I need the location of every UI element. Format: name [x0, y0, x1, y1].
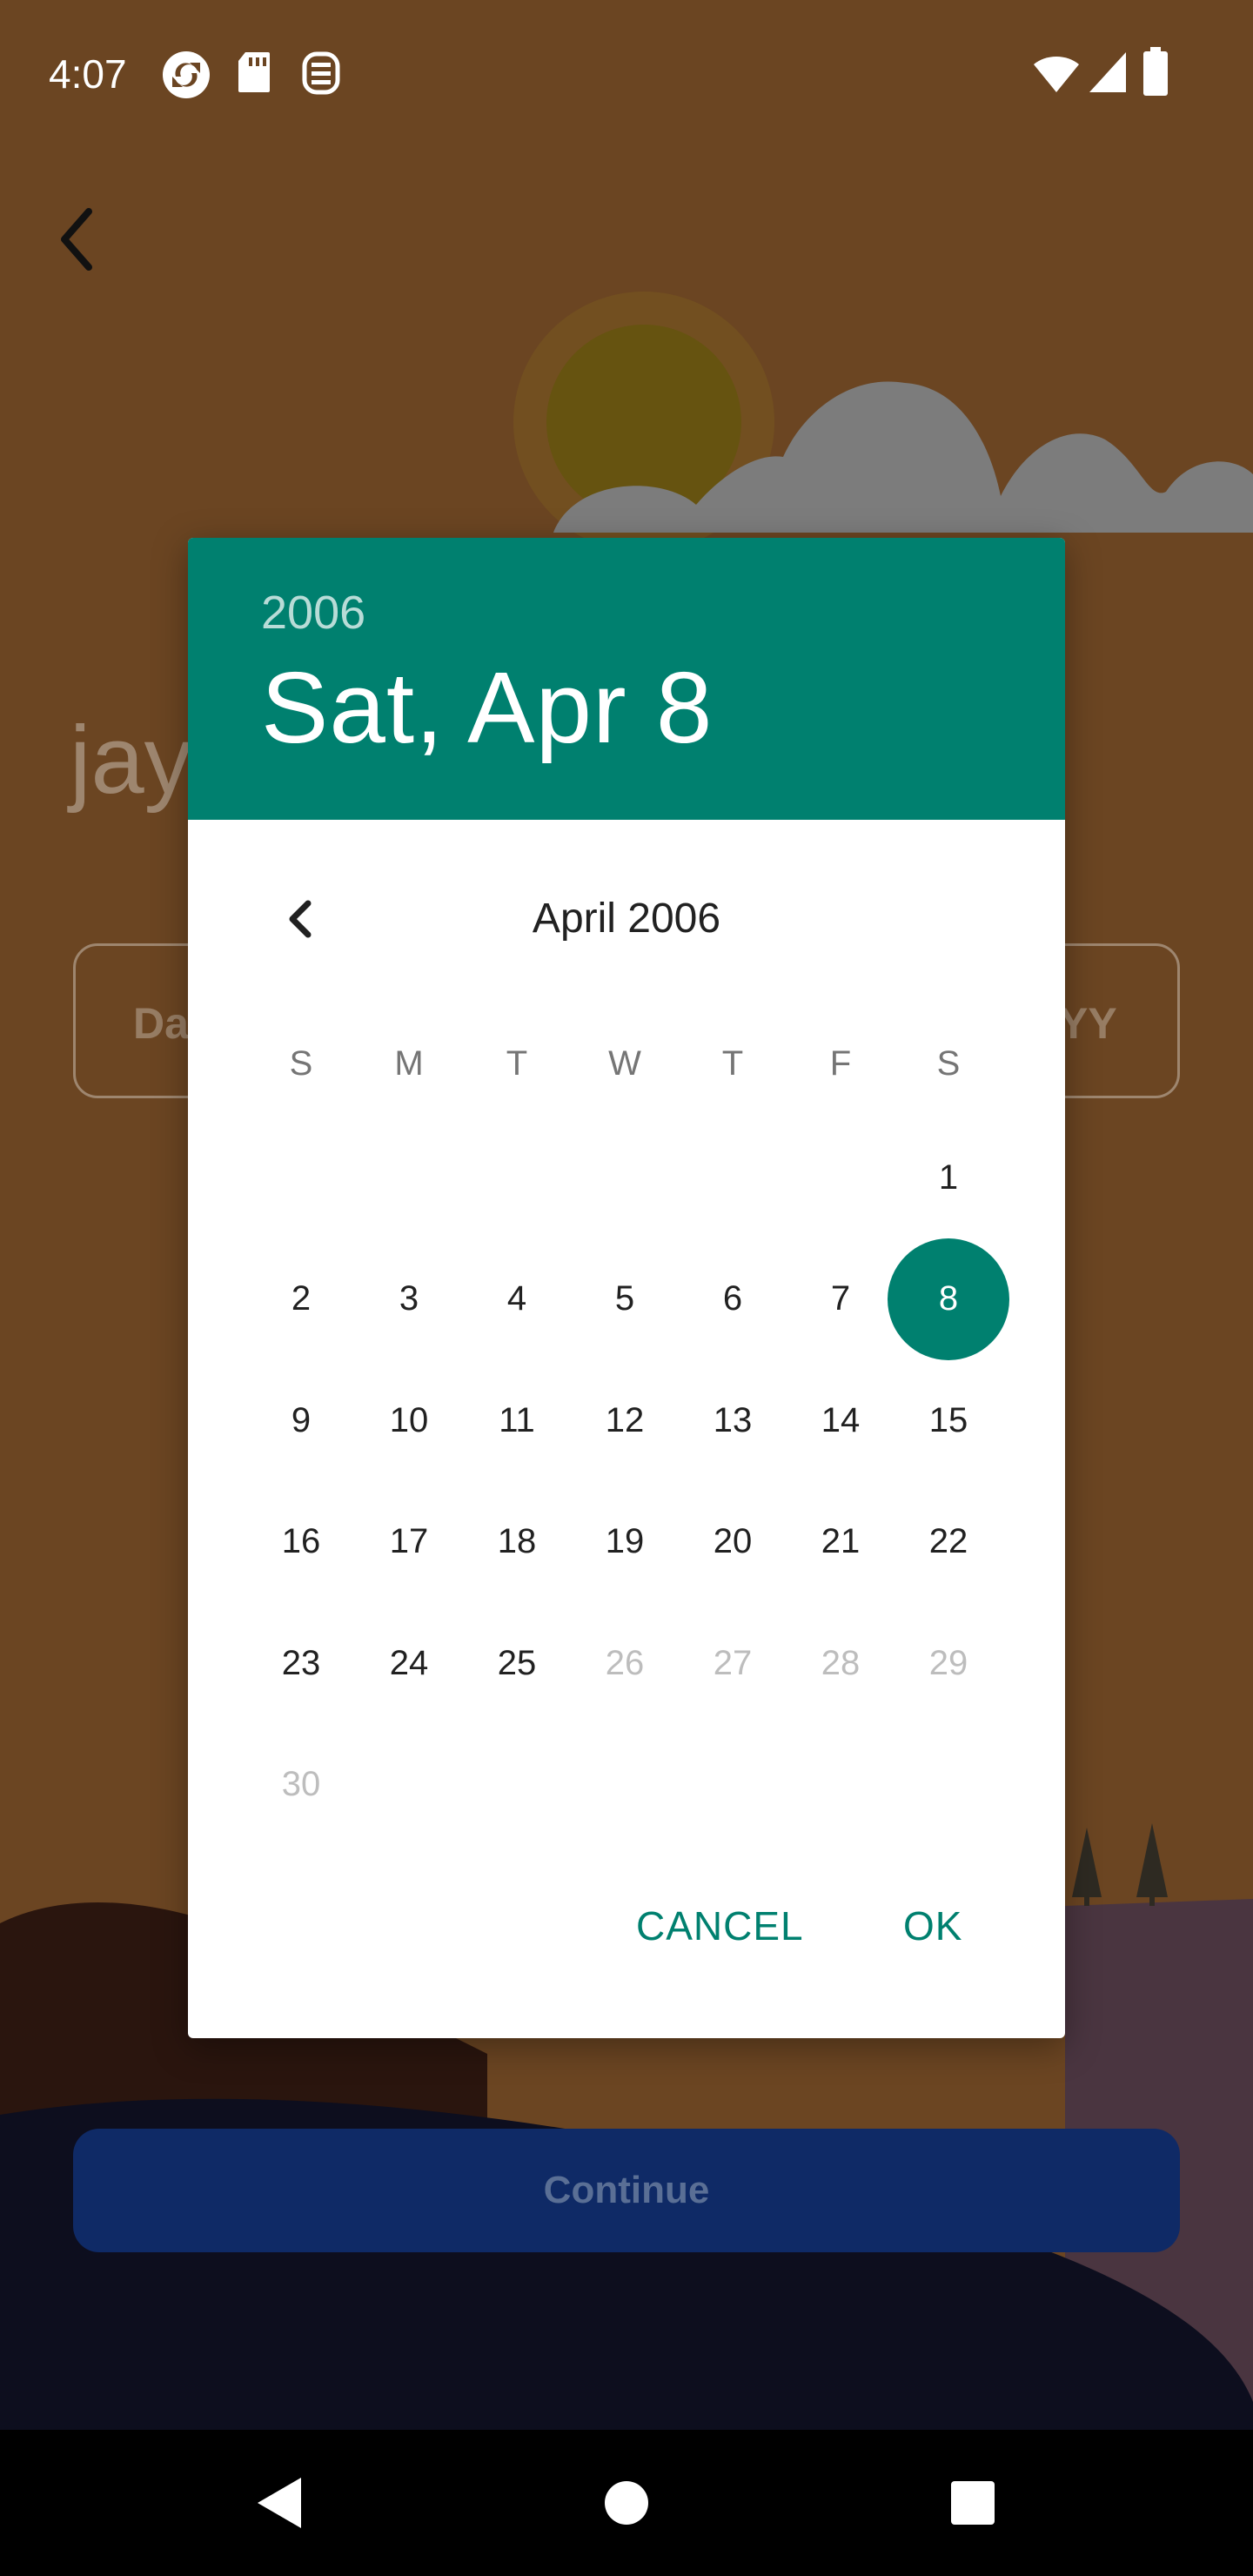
- calendar-day[interactable]: 10: [355, 1366, 463, 1474]
- calendar-day: 28: [821, 1643, 861, 1682]
- weekday-label: T: [721, 1044, 744, 1083]
- weekday-label: S: [936, 1044, 961, 1083]
- calendar-day[interactable]: 22: [895, 1488, 1002, 1596]
- sd-card-icon: [238, 52, 270, 92]
- weekday-label: S: [289, 1044, 313, 1083]
- header-date[interactable]: Sat, Apr 8: [261, 649, 713, 766]
- weekday-label: M: [394, 1044, 424, 1083]
- calendar-day[interactable]: 18: [463, 1488, 571, 1596]
- calendar-day[interactable]: 9: [247, 1366, 355, 1474]
- ok-button[interactable]: OK: [903, 1902, 962, 1949]
- continue-button[interactable]: Continue: [73, 2129, 1180, 2252]
- recents-square-icon: [951, 2481, 995, 2525]
- calendar-day[interactable]: 2: [247, 1245, 355, 1353]
- calendar-day[interactable]: 23: [247, 1609, 355, 1717]
- calendar-day[interactable]: 20: [679, 1488, 787, 1596]
- back-arrow-icon[interactable]: [44, 196, 113, 283]
- date-picker-dialog: 2006 Sat, Apr 8 April 2006 S M T W T F S…: [188, 538, 1065, 2038]
- weekday-label: F: [829, 1044, 852, 1083]
- screen: 4:07 jay Da YY Continue 2006 Sat, Apr 8 …: [0, 0, 1253, 2430]
- calendar-day[interactable]: 7: [787, 1245, 895, 1353]
- calendar-day[interactable]: 24: [355, 1609, 463, 1717]
- calendar-day[interactable]: 13: [679, 1366, 787, 1474]
- nav-recents-button[interactable]: [912, 2430, 1034, 2576]
- date-picker-header: 2006 Sat, Apr 8: [188, 538, 1065, 820]
- calendar-day[interactable]: 15: [895, 1366, 1002, 1474]
- year-field-placeholder: YY: [1059, 999, 1117, 1048]
- app-notification-icon: [302, 51, 340, 95]
- calendar-day: 30: [281, 1765, 321, 1803]
- calendar-day[interactable]: 17: [355, 1488, 463, 1596]
- calendar-day[interactable]: 12: [571, 1366, 679, 1474]
- weekday-label: W: [608, 1044, 641, 1083]
- nav-back-button[interactable]: [218, 2430, 339, 2576]
- calendar-day[interactable]: 6: [679, 1245, 787, 1353]
- calendar-day[interactable]: 21: [787, 1488, 895, 1596]
- header-year[interactable]: 2006: [261, 586, 365, 640]
- calendar-day[interactable]: 14: [787, 1366, 895, 1474]
- calendar-day: 29: [928, 1643, 968, 1682]
- name-heading: jay: [70, 707, 192, 814]
- home-circle-icon: [605, 2481, 648, 2525]
- calendar-day: 26: [605, 1643, 645, 1682]
- calendar-day[interactable]: 16: [247, 1488, 355, 1596]
- status-time: 4:07: [49, 51, 127, 97]
- cancel-button[interactable]: CANCEL: [636, 1902, 804, 1949]
- calendar-day-selected[interactable]: 8: [888, 1238, 1009, 1360]
- calendar-day: 27: [713, 1643, 753, 1682]
- cell-signal-icon: [1089, 52, 1126, 92]
- calendar-day[interactable]: 11: [463, 1366, 571, 1474]
- calendar-day[interactable]: 4: [463, 1245, 571, 1353]
- wifi-icon: [1034, 57, 1079, 92]
- navigation-bar: [0, 2430, 1253, 2576]
- weekday-label: T: [506, 1044, 528, 1083]
- calendar-day[interactable]: 1: [895, 1124, 1002, 1231]
- nav-home-button[interactable]: [566, 2430, 687, 2576]
- battery-icon: [1143, 47, 1168, 96]
- calendar-day[interactable]: 5: [571, 1245, 679, 1353]
- month-title: April 2006: [532, 896, 721, 942]
- continue-button-label: Continue: [543, 2169, 710, 2211]
- calendar-day[interactable]: 25: [463, 1609, 571, 1717]
- calendar-day[interactable]: 19: [571, 1488, 679, 1596]
- sync-icon: [163, 51, 210, 98]
- calendar-day[interactable]: 3: [355, 1245, 463, 1353]
- back-triangle-icon: [258, 2478, 301, 2528]
- status-bar: 4:07: [0, 0, 1253, 148]
- day-field-placeholder: Da: [133, 999, 189, 1048]
